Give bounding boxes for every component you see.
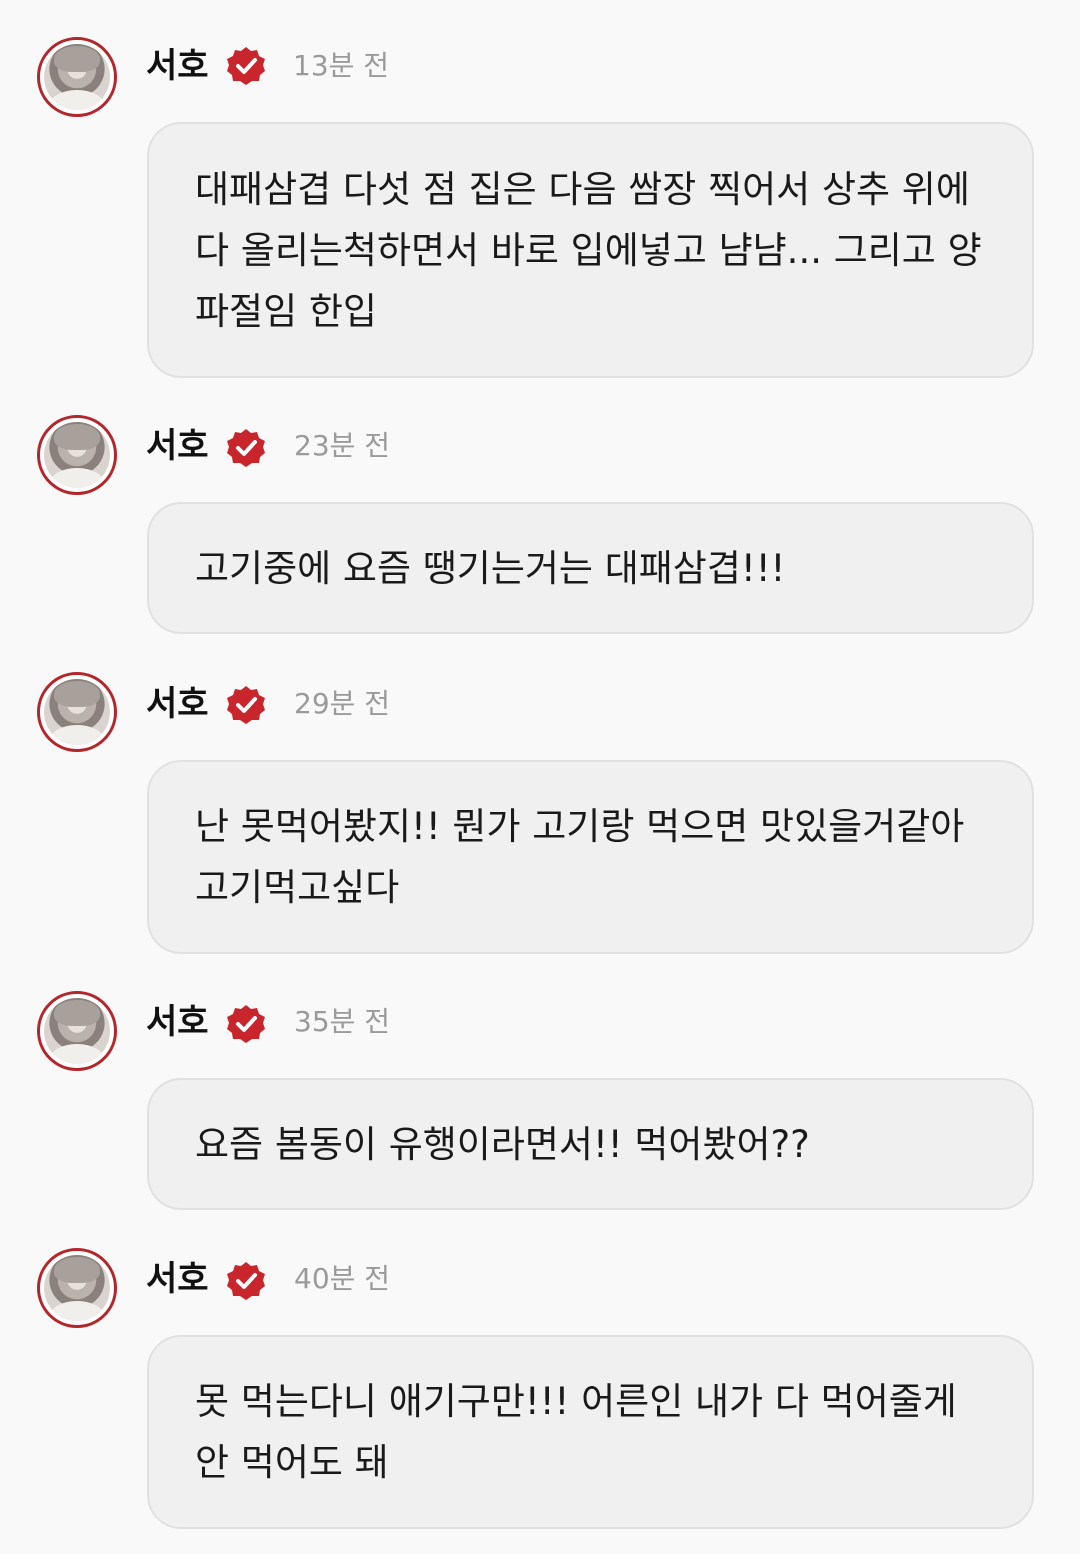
author-name[interactable]: 서호 xyxy=(146,46,209,86)
comment-text: 요즘 봄동이 유행이라면서!! 먹어봤어?? xyxy=(195,1122,810,1166)
comment-bubble: 대패삼겹 다섯 점 집은 다음 쌈장 찍어서 상추 위에다 올리는척하면서 바로… xyxy=(147,122,1034,378)
timestamp: 40분 전 xyxy=(294,1262,391,1295)
avatar[interactable] xyxy=(37,672,117,752)
comment-text: 대패삼겹 다섯 점 집은 다음 쌈장 찍어서 상추 위에다 올리는척하면서 바로… xyxy=(195,167,982,333)
author-name[interactable]: 서호 xyxy=(146,1259,209,1299)
profile-photo-icon xyxy=(44,998,110,1064)
author-name[interactable]: 서호 xyxy=(146,1002,209,1042)
timestamp: 13분 전 xyxy=(293,49,390,82)
verified-check-icon xyxy=(227,1005,265,1043)
author-name[interactable]: 서호 xyxy=(146,426,209,466)
profile-photo-icon xyxy=(44,1255,110,1321)
comment-text: 고기중에 요즘 땡기는거는 대패삼겹!!! xyxy=(195,546,786,590)
timestamp: 23분 전 xyxy=(294,429,391,462)
timestamp: 29분 전 xyxy=(294,687,391,720)
profile-photo-icon xyxy=(44,679,110,745)
profile-photo-icon xyxy=(44,422,110,488)
comment-bubble: 고기중에 요즘 땡기는거는 대패삼겹!!! xyxy=(147,502,1034,634)
comment-text: 난 못먹어봤지!! 뭔가 고기랑 먹으면 맛있을거같아 고기먹고싶다 xyxy=(195,805,965,909)
verified-check-icon xyxy=(227,429,265,467)
profile-photo-icon xyxy=(44,44,110,110)
comment-bubble: 요즘 봄동이 유행이라면서!! 먹어봤어?? xyxy=(147,1078,1034,1210)
comment-bubble: 난 못먹어봤지!! 뭔가 고기랑 먹으면 맛있을거같아 고기먹고싶다 xyxy=(147,760,1034,954)
avatar[interactable] xyxy=(37,991,117,1071)
comment-text: 못 먹는다니 애기구만!!! 어른인 내가 다 먹어줄게 안 먹어도 돼 xyxy=(195,1380,957,1484)
avatar[interactable] xyxy=(37,415,117,495)
verified-check-icon xyxy=(227,1262,265,1300)
avatar[interactable] xyxy=(37,37,117,117)
verified-check-icon xyxy=(227,47,265,85)
verified-check-icon xyxy=(227,686,265,724)
avatar[interactable] xyxy=(37,1248,117,1328)
comment-bubble: 못 먹는다니 애기구만!!! 어른인 내가 다 먹어줄게 안 먹어도 돼 xyxy=(147,1335,1034,1529)
timestamp: 35분 전 xyxy=(294,1005,391,1038)
author-name[interactable]: 서호 xyxy=(146,684,209,724)
